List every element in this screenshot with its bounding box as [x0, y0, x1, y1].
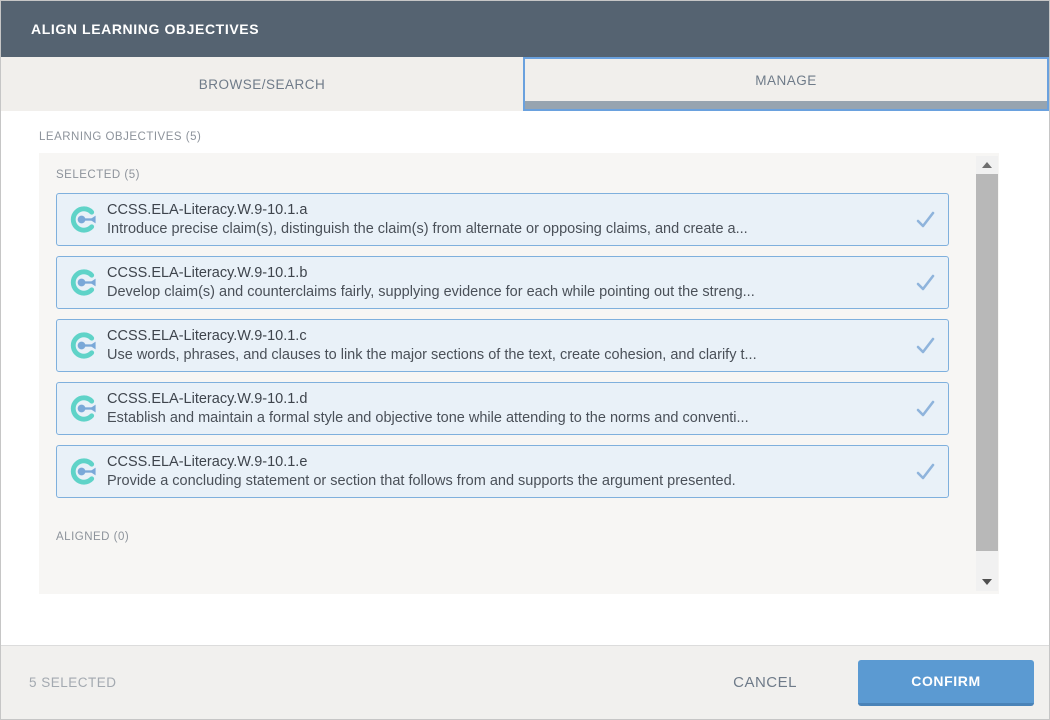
target-dart-icon [67, 330, 98, 361]
objective-item[interactable]: CCSS.ELA-Literacy.W.9-10.1.b Develop cla… [56, 256, 949, 309]
confirm-button[interactable]: CONFIRM [858, 660, 1034, 706]
dialog-content: LEARNING OBJECTIVES (5) SELECTED (5) CCS… [1, 111, 1049, 645]
scroll-thumb[interactable] [976, 174, 998, 551]
objective-text: CCSS.ELA-Literacy.W.9-10.1.c Use words, … [107, 327, 906, 365]
objective-code: CCSS.ELA-Literacy.W.9-10.1.c [107, 327, 906, 346]
target-dart-icon [67, 267, 98, 298]
triangle-up-icon [982, 162, 992, 168]
tab-manage[interactable]: MANAGE [523, 57, 1049, 111]
objective-description: Develop claim(s) and counterclaims fairl… [107, 283, 906, 302]
objective-text: CCSS.ELA-Literacy.W.9-10.1.d Establish a… [107, 390, 906, 428]
objective-code: CCSS.ELA-Literacy.W.9-10.1.e [107, 453, 906, 472]
objective-text: CCSS.ELA-Literacy.W.9-10.1.a Introduce p… [107, 201, 906, 239]
checkmark-icon [914, 209, 936, 231]
objectives-panel-inner: SELECTED (5) CCSS.ELA-Literacy.W.9-10.1.… [39, 153, 949, 594]
tab-browse-search[interactable]: BROWSE/SEARCH [1, 57, 523, 111]
objective-item[interactable]: CCSS.ELA-Literacy.W.9-10.1.d Establish a… [56, 382, 949, 435]
selected-group-label: SELECTED (5) [56, 169, 949, 181]
scroll-up-button[interactable] [976, 156, 998, 174]
dialog-footer: 5 SELECTED CANCEL CONFIRM [1, 645, 1049, 719]
checkmark-icon [914, 398, 936, 420]
dialog-header: ALIGN LEARNING OBJECTIVES [1, 1, 1049, 57]
dialog-title: ALIGN LEARNING OBJECTIVES [31, 21, 259, 37]
selected-count-label: 5 SELECTED [29, 675, 727, 690]
objective-item[interactable]: CCSS.ELA-Literacy.W.9-10.1.a Introduce p… [56, 193, 949, 246]
checkmark-icon [914, 272, 936, 294]
triangle-down-icon [982, 579, 992, 585]
objective-description: Introduce precise claim(s), distinguish … [107, 220, 906, 239]
scrollbar[interactable] [976, 156, 998, 591]
target-dart-icon [67, 456, 98, 487]
objective-description: Use words, phrases, and clauses to link … [107, 346, 906, 365]
target-dart-icon [67, 393, 98, 424]
checkmark-icon [914, 461, 936, 483]
tab-manage-label: MANAGE [755, 73, 817, 88]
objective-code: CCSS.ELA-Literacy.W.9-10.1.a [107, 201, 906, 220]
learning-objectives-label: LEARNING OBJECTIVES (5) [39, 131, 201, 143]
checkmark-icon [914, 335, 936, 357]
objectives-panel: SELECTED (5) CCSS.ELA-Literacy.W.9-10.1.… [39, 153, 999, 594]
align-learning-objectives-dialog: ALIGN LEARNING OBJECTIVES BROWSE/SEARCH … [0, 0, 1050, 720]
scroll-down-button[interactable] [976, 573, 998, 591]
objective-text: CCSS.ELA-Literacy.W.9-10.1.e Provide a c… [107, 453, 906, 491]
objective-text: CCSS.ELA-Literacy.W.9-10.1.b Develop cla… [107, 264, 906, 302]
cancel-button[interactable]: CANCEL [727, 673, 803, 692]
aligned-group-label: ALIGNED (0) [56, 531, 949, 543]
tab-bar: BROWSE/SEARCH MANAGE [1, 57, 1049, 111]
tab-manage-active-indicator [525, 101, 1047, 109]
objective-description: Provide a concluding statement or sectio… [107, 472, 906, 491]
objective-item[interactable]: CCSS.ELA-Literacy.W.9-10.1.c Use words, … [56, 319, 949, 372]
objective-description: Establish and maintain a formal style an… [107, 409, 906, 428]
objective-item[interactable]: CCSS.ELA-Literacy.W.9-10.1.e Provide a c… [56, 445, 949, 498]
objective-code: CCSS.ELA-Literacy.W.9-10.1.d [107, 390, 906, 409]
tab-browse-search-label: BROWSE/SEARCH [199, 77, 326, 92]
objective-list: CCSS.ELA-Literacy.W.9-10.1.a Introduce p… [56, 193, 949, 498]
objective-code: CCSS.ELA-Literacy.W.9-10.1.b [107, 264, 906, 283]
target-dart-icon [67, 204, 98, 235]
